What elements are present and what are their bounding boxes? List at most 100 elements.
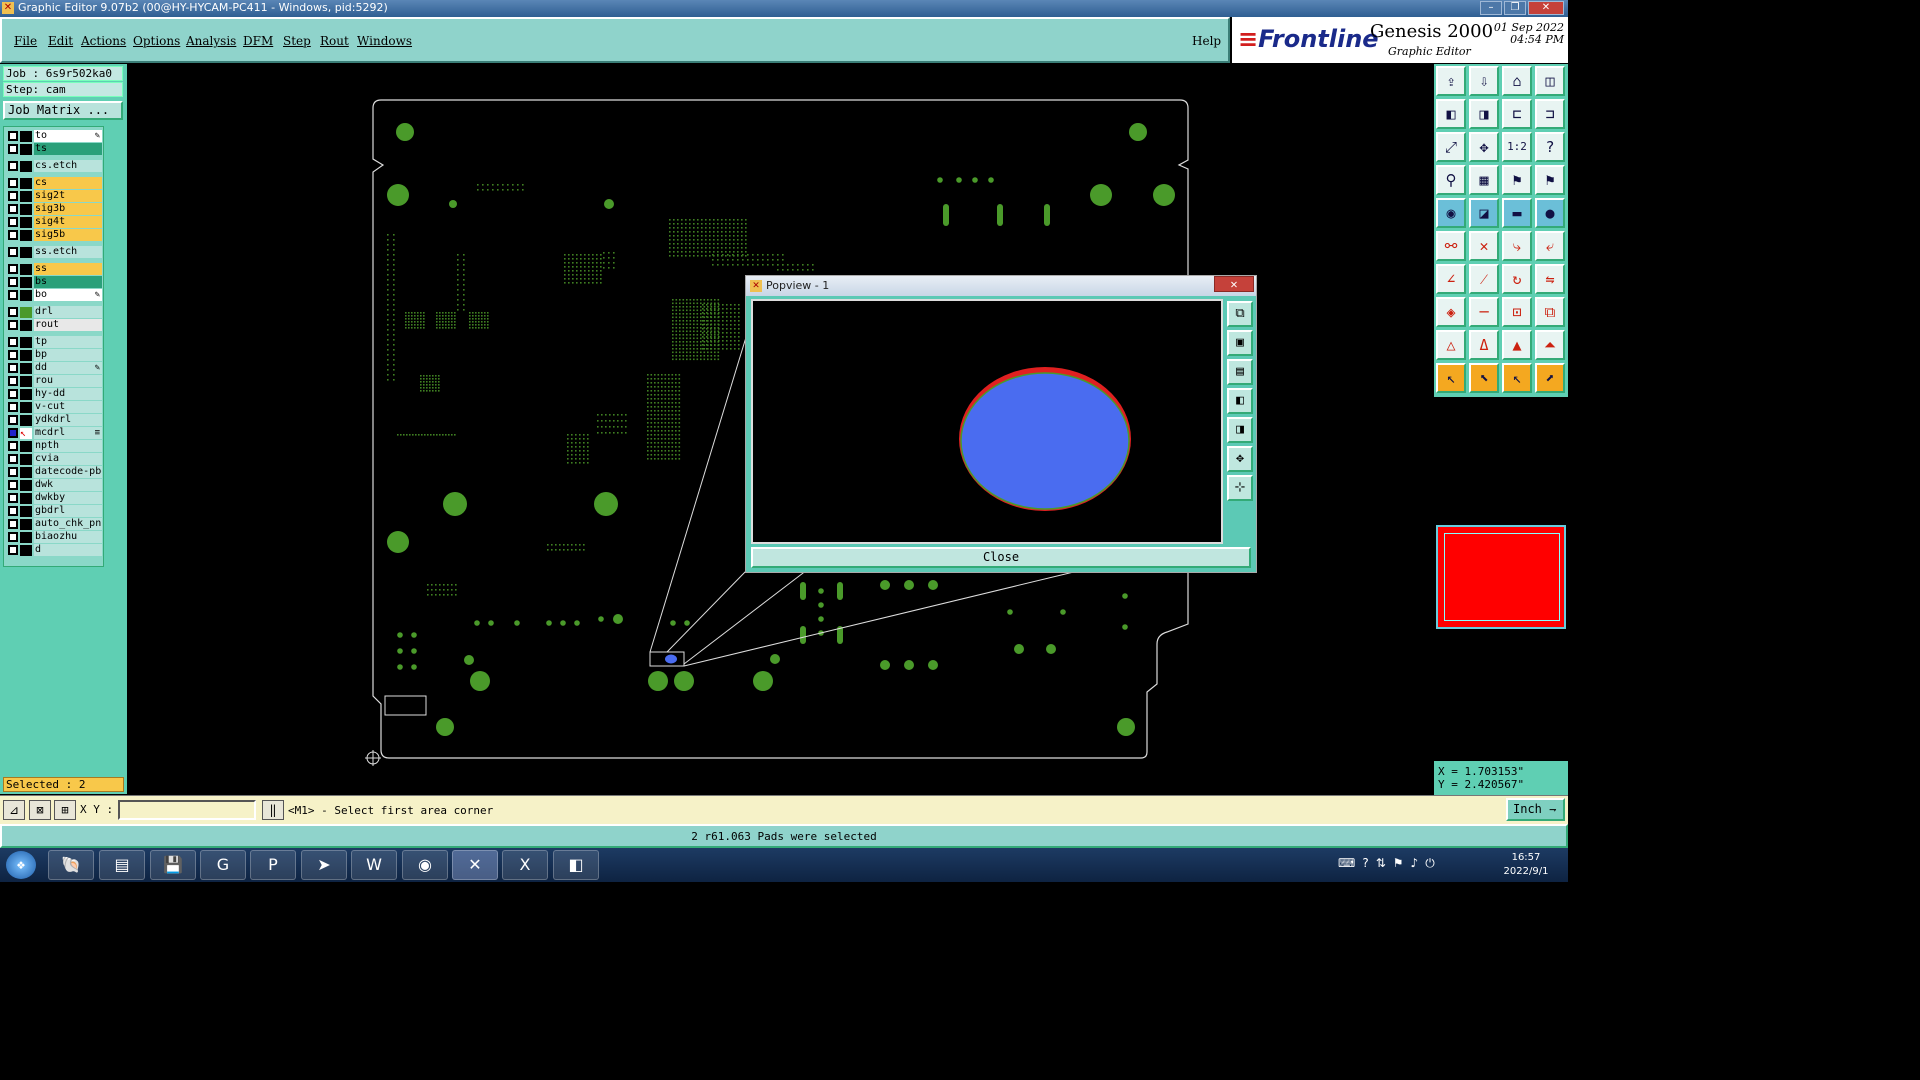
- layer-color-swatch[interactable]: [20, 441, 32, 452]
- layer-row-cs.etch[interactable]: cs.etch: [6, 160, 103, 172]
- select-icon[interactable]: ↖: [1436, 363, 1466, 393]
- shape-icon[interactable]: ◈: [1436, 297, 1466, 327]
- arc-icon[interactable]: ⤷: [1502, 231, 1532, 261]
- layer-row-sig2t[interactable]: sig2t: [6, 190, 103, 202]
- layer-row-ss.etch[interactable]: ss.etch: [6, 246, 103, 258]
- dash-icon[interactable]: ─: [1469, 297, 1499, 327]
- connect-icon[interactable]: ⚯: [1436, 231, 1466, 261]
- layer-checkbox[interactable]: [8, 320, 18, 330]
- layer-checkbox[interactable]: [8, 290, 18, 300]
- layer-checkbox[interactable]: [8, 363, 18, 373]
- help-icon[interactable]: ?: [1535, 132, 1565, 162]
- layer-name[interactable]: ss: [34, 263, 102, 275]
- layer-name[interactable]: hy-dd: [34, 388, 102, 400]
- layer-checkbox[interactable]: [8, 217, 18, 227]
- pan-right-icon[interactable]: ◨: [1227, 417, 1253, 443]
- eye-icon[interactable]: ◉: [402, 850, 448, 880]
- xy-input[interactable]: [118, 800, 256, 820]
- layer-checkbox[interactable]: [8, 131, 18, 141]
- pin-red-icon[interactable]: ⚑: [1502, 165, 1532, 195]
- layer-row-bp[interactable]: bp: [6, 349, 103, 361]
- layer-name[interactable]: datecode-pbo: [34, 466, 102, 478]
- layer-row-drl[interactable]: drl: [6, 306, 103, 318]
- word-icon[interactable]: W: [351, 850, 397, 880]
- layer-row-hy-dd[interactable]: hy-dd: [6, 388, 103, 400]
- layer-color-swatch[interactable]: [20, 264, 32, 275]
- layer-checkbox[interactable]: [8, 307, 18, 317]
- volume-icon[interactable]: ♪: [1411, 856, 1419, 871]
- layer-name[interactable]: rout: [34, 319, 102, 331]
- layer-name[interactable]: npth: [34, 440, 102, 452]
- overview-minimap[interactable]: [1436, 525, 1566, 629]
- layer-color-swatch[interactable]: [20, 277, 32, 288]
- layer-row-ydkdrl[interactable]: ydkdrl: [6, 414, 103, 426]
- layer-color-swatch[interactable]: [20, 307, 32, 318]
- layer-checkbox[interactable]: [8, 389, 18, 399]
- layer-name[interactable]: dd ✎: [34, 362, 102, 374]
- layer-name[interactable]: tp: [34, 336, 102, 348]
- layer-row-rout[interactable]: rout: [6, 319, 103, 331]
- grid-icon[interactable]: ▦: [1469, 165, 1499, 195]
- maximize-icon[interactable]: ❐: [1504, 1, 1526, 15]
- layer-name[interactable]: d: [34, 544, 102, 556]
- layer-color-swatch[interactable]: [20, 191, 32, 202]
- layer-name[interactable]: rou: [34, 375, 102, 387]
- keyboard-icon[interactable]: ⌨: [1338, 856, 1355, 871]
- layer-name[interactable]: sig4t: [34, 216, 102, 228]
- layer-name[interactable]: auto_chk_pnl: [34, 518, 102, 530]
- poly3-icon[interactable]: ▲: [1502, 330, 1532, 360]
- layout-icon[interactable]: ◫: [1535, 66, 1565, 96]
- ratio-icon[interactable]: 1:2: [1502, 132, 1532, 162]
- layer-name[interactable]: cs.etch: [34, 160, 102, 172]
- layer-row-sig5b[interactable]: sig5b: [6, 229, 103, 241]
- layer-row-ss[interactable]: ss: [6, 263, 103, 275]
- layer-name[interactable]: v-cut: [34, 401, 102, 413]
- layer-color-swatch[interactable]: ↖: [20, 428, 32, 439]
- zoom-fit-icon[interactable]: ⧉: [1227, 301, 1253, 327]
- pan-left-icon[interactable]: ◧: [1227, 388, 1253, 414]
- layer-name[interactable]: ss.etch: [34, 246, 102, 258]
- layer-name[interactable]: cs: [34, 177, 102, 189]
- router-icon[interactable]: ➤: [301, 850, 347, 880]
- layer-color-swatch[interactable]: [20, 131, 32, 142]
- layer-color-swatch[interactable]: [20, 247, 32, 258]
- layer-row-ts[interactable]: ts: [6, 143, 103, 155]
- layer-checkbox[interactable]: [8, 532, 18, 542]
- layer-checkbox[interactable]: [8, 191, 18, 201]
- layer-color-swatch[interactable]: [20, 402, 32, 413]
- layer-checkbox[interactable]: [8, 415, 18, 425]
- layer-name[interactable]: biaozhu: [34, 531, 102, 543]
- line-icon[interactable]: ∠: [1436, 264, 1466, 294]
- poly2-icon[interactable]: Δ: [1469, 330, 1499, 360]
- popview-close-icon[interactable]: ✕: [1214, 276, 1254, 292]
- layer-checkbox[interactable]: [8, 350, 18, 360]
- layer-color-swatch[interactable]: [20, 350, 32, 361]
- popview-close-button[interactable]: Close: [751, 547, 1251, 568]
- save-icon[interactable]: ⇩: [1469, 66, 1499, 96]
- layer-name[interactable]: cvia: [34, 453, 102, 465]
- layer-name[interactable]: to ✎: [34, 130, 102, 142]
- zoom-area-icon[interactable]: ⊹: [1227, 475, 1253, 501]
- layer-checkbox[interactable]: [8, 428, 18, 438]
- layer-checkbox[interactable]: [8, 337, 18, 347]
- layer-name[interactable]: sig5b: [34, 229, 102, 241]
- layer-checkbox[interactable]: [8, 493, 18, 503]
- redraw-icon[interactable]: ⊐: [1535, 99, 1565, 129]
- genesis-icon[interactable]: G: [200, 850, 246, 880]
- slash-icon[interactable]: ⁄: [1469, 264, 1499, 294]
- layer-checkbox[interactable]: [8, 264, 18, 274]
- intersect-icon[interactable]: ✕: [1469, 231, 1499, 261]
- layer-checkbox[interactable]: [8, 230, 18, 240]
- layer-color-swatch[interactable]: [20, 454, 32, 465]
- layer-row-dd[interactable]: dd ✎: [6, 362, 103, 374]
- layer-color-swatch[interactable]: [20, 161, 32, 172]
- layer-color-swatch[interactable]: [20, 363, 32, 374]
- layer-row-rou[interactable]: rou: [6, 375, 103, 387]
- pin-red2-icon[interactable]: ⚑: [1535, 165, 1565, 195]
- start-button-icon[interactable]: ❖: [6, 851, 36, 879]
- layer-color-swatch[interactable]: [20, 493, 32, 504]
- layer-color-swatch[interactable]: [20, 230, 32, 241]
- flag-icon[interactable]: ⚑: [1393, 856, 1404, 871]
- layer-checkbox[interactable]: [8, 545, 18, 555]
- layer-row-tp[interactable]: tp: [6, 336, 103, 348]
